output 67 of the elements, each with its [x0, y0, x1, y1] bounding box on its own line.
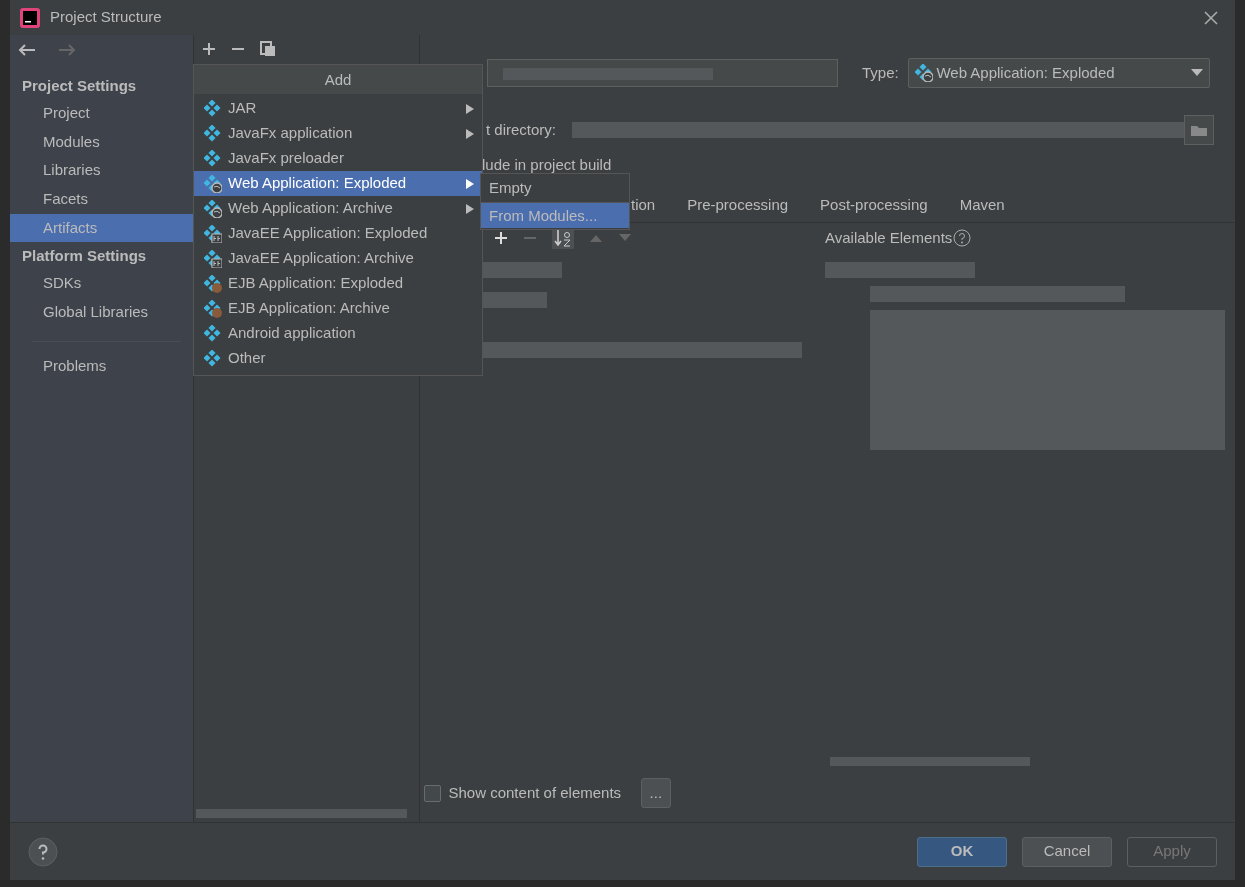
- menu-item[interactable]: Web Application: Archive: [194, 196, 482, 221]
- menu-item[interactable]: Empty: [481, 175, 629, 201]
- artifact-icon: [204, 324, 222, 343]
- folder-icon: [1190, 123, 1209, 137]
- help-icon[interactable]: [953, 229, 972, 247]
- tab[interactable]: Pre-processing: [687, 190, 821, 222]
- help-icon[interactable]: [28, 836, 58, 867]
- menu-title: Add: [194, 65, 482, 94]
- sidebar-item[interactable]: Facets: [10, 185, 193, 214]
- browse-button[interactable]: ...: [640, 778, 672, 808]
- artifact-icon: [204, 124, 222, 143]
- close-icon[interactable]: [1203, 10, 1218, 25]
- sidebar-item[interactable]: Modules: [10, 127, 193, 157]
- output-directory-field[interactable]: [572, 122, 1185, 138]
- menu-item[interactable]: Other: [194, 346, 482, 371]
- forward-arrow-icon[interactable]: [58, 43, 76, 57]
- artifact-icon: [204, 149, 222, 168]
- sidebar-item[interactable]: Problems: [10, 351, 193, 381]
- package-artifact-icon: [204, 224, 222, 243]
- menu-item[interactable]: Web Application: Exploded: [194, 171, 482, 196]
- move-up-icon[interactable]: [589, 233, 603, 243]
- sidebar-item[interactable]: Global Libraries: [10, 298, 193, 327]
- sidebar-item[interactable]: Libraries: [10, 156, 193, 186]
- menu-item[interactable]: JavaEE Application: Archive: [194, 246, 482, 271]
- app-logo-icon: [20, 7, 40, 28]
- window-title: Project Structure: [50, 7, 162, 28]
- dialog-button[interactable]: OK: [917, 836, 1007, 867]
- back-arrow-icon[interactable]: [17, 43, 36, 57]
- menu-item[interactable]: EJB Application: Exploded: [194, 271, 482, 296]
- menu-item[interactable]: JAR: [194, 96, 482, 121]
- name-field[interactable]: [487, 59, 838, 87]
- scrollbar[interactable]: [196, 809, 407, 818]
- tab[interactable]: tion: [631, 190, 688, 222]
- tab[interactable]: Maven: [959, 190, 1037, 222]
- dialog-button[interactable]: Cancel: [1022, 836, 1112, 867]
- menu-item[interactable]: EJB Application: Archive: [194, 296, 482, 321]
- bean-artifact-icon: [204, 274, 222, 293]
- include-label: lude in project build: [482, 156, 612, 173]
- menu-item[interactable]: JavaFx preloader: [194, 146, 482, 171]
- sidebar-item[interactable]: SDKs: [10, 269, 193, 299]
- type-label: Type:: [862, 62, 899, 83]
- artifact-icon: [204, 349, 222, 368]
- package-artifact-icon: [204, 249, 222, 268]
- section-heading: Project Settings: [21, 76, 138, 96]
- bean-artifact-icon: [204, 299, 222, 318]
- checkbox-label: Show content of elements: [448, 782, 622, 803]
- add-icon[interactable]: [202, 42, 216, 56]
- menu-item[interactable]: JavaEE Application: Exploded: [194, 221, 482, 246]
- section-heading: Platform Settings: [21, 246, 148, 267]
- sidebar-item[interactable]: Project: [10, 99, 193, 128]
- move-down-icon[interactable]: [618, 233, 632, 243]
- browse-folder-button[interactable]: [1184, 115, 1215, 145]
- artifact-icon: [204, 99, 222, 118]
- menu-item[interactable]: JavaFx application: [194, 121, 482, 146]
- globe-artifact-icon: [204, 199, 222, 218]
- scrollbar[interactable]: [830, 757, 1030, 766]
- menu-item[interactable]: Android application: [194, 321, 482, 346]
- available-elements-label: Available Elements: [825, 227, 953, 248]
- copy-icon[interactable]: [260, 41, 276, 57]
- output-directory-label: t directory:: [486, 119, 557, 140]
- add-icon[interactable]: [494, 231, 508, 245]
- globe-artifact-icon: [204, 174, 222, 193]
- tab[interactable]: Post-processing: [820, 190, 960, 222]
- checkbox[interactable]: [424, 784, 441, 802]
- type-dropdown[interactable]: Web Application: Exploded: [907, 58, 1210, 88]
- caret-icon: [1190, 69, 1203, 77]
- globe-artifact-icon: [914, 64, 933, 82]
